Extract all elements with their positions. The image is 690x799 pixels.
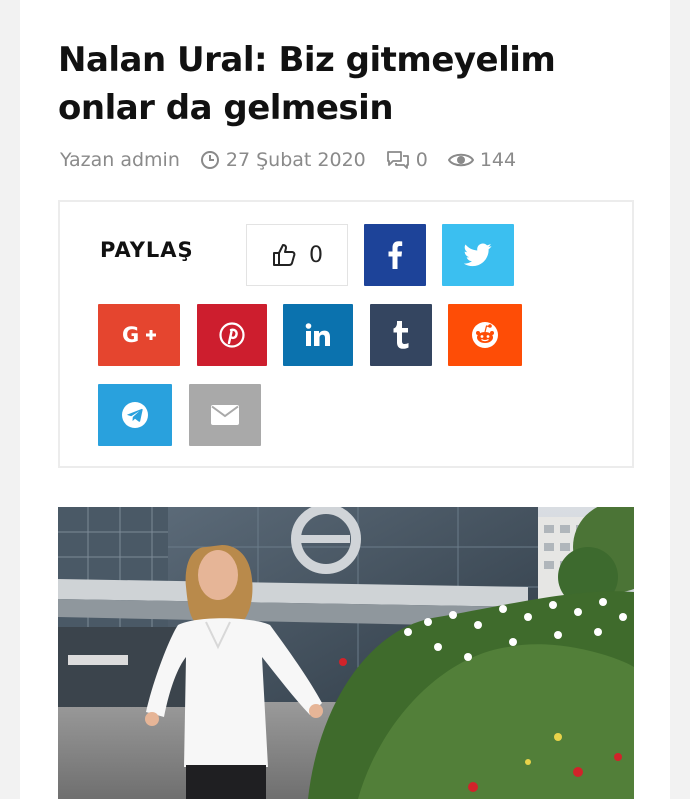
view-count: 144 [479,149,517,171]
featured-image: e [58,507,634,799]
article-date: 27 Şubat 2020 [225,149,366,171]
share-box: PAYLAŞ 0 G [58,200,634,468]
author-meta[interactable]: Yazan admin [60,149,180,171]
share-label: PAYLAŞ [100,238,194,262]
article-meta: Yazan admin 27 Şubat 2020 0 144 [60,146,536,174]
google-plus-share-button[interactable]: G [98,304,180,366]
svg-text:G: G [122,323,139,347]
eye-icon [447,153,474,167]
google-plus-icon: G [122,323,156,347]
tumblr-share-button[interactable] [370,304,432,366]
comment-count: 0 [415,149,428,171]
clock-icon [200,151,219,169]
thumbs-up-icon [273,244,296,266]
twitter-share-button[interactable] [442,224,514,286]
reddit-icon [472,322,498,348]
comments-icon [386,151,409,169]
pinterest-share-button[interactable] [197,304,267,366]
date-meta: 27 Şubat 2020 [200,149,366,171]
reddit-share-button[interactable] [448,304,522,366]
linkedin-share-button[interactable] [283,304,353,366]
twitter-icon [464,243,492,267]
tumblr-icon [393,321,409,349]
article-card: Nalan Ural: Biz gitmeyelim onlar da gelm… [20,0,670,799]
facebook-icon [388,241,403,269]
facebook-share-button[interactable] [364,224,426,286]
article-title: Nalan Ural: Biz gitmeyelim onlar da gelm… [58,40,556,128]
like-button[interactable]: 0 [246,224,348,286]
views-meta: 144 [447,149,517,171]
email-share-button[interactable] [189,384,261,446]
envelope-icon [211,405,239,425]
telegram-icon [122,402,148,428]
author-name[interactable]: Yazan admin [60,149,180,171]
pinterest-icon [219,322,245,348]
telegram-share-button[interactable] [98,384,172,446]
comments-meta[interactable]: 0 [386,149,428,171]
like-count: 0 [309,242,323,268]
linkedin-icon [305,323,330,346]
